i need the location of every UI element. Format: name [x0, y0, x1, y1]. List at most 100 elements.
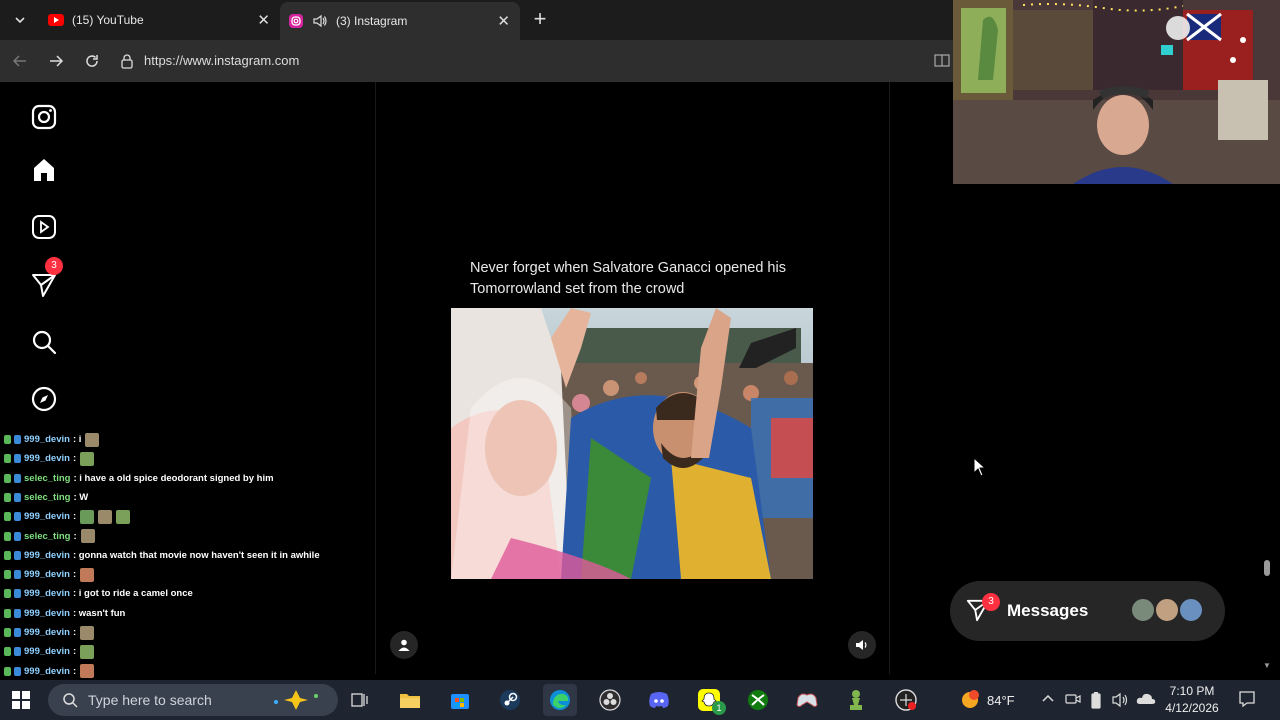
clock-date: 4/12/2026: [1165, 701, 1219, 715]
reels-icon[interactable]: [30, 213, 58, 241]
obs-studio-icon[interactable]: [593, 684, 627, 716]
user-profile-icon[interactable]: [390, 631, 418, 659]
task-view-icon[interactable]: [343, 684, 377, 716]
chat-message: selec_ting:: [4, 527, 95, 546]
volume-icon[interactable]: [1112, 692, 1130, 713]
tab-list-dropdown-icon[interactable]: [8, 8, 32, 32]
chat-emote: [80, 644, 95, 659]
address-bar[interactable]: https://www.instagram.com: [112, 46, 962, 76]
chat-username[interactable]: 999_devin: [24, 608, 70, 619]
chat-username[interactable]: selec_ting: [24, 492, 70, 503]
chat-message: 999_devin: wasn't fun: [4, 604, 125, 623]
chat-message-text: : i: [72, 434, 82, 445]
lock-icon[interactable]: [120, 53, 134, 74]
forward-icon[interactable]: [44, 49, 68, 73]
new-tab-button[interactable]: +: [528, 8, 552, 32]
instagram-logo-icon[interactable]: [30, 103, 58, 131]
onedrive-cloud-icon[interactable]: [1136, 692, 1156, 711]
windows-taskbar: Type here to search 1 84°F 7:10 PM 4/12/…: [0, 680, 1280, 720]
chat-username[interactable]: selec_ting: [24, 473, 70, 484]
search-icon[interactable]: [30, 328, 58, 356]
chat-badge-icon: [14, 531, 21, 541]
steam-icon[interactable]: [493, 684, 527, 716]
chess-pawn-icon[interactable]: [839, 684, 873, 716]
chat-message: 999_devin: gonna watch that movie now ha…: [4, 546, 320, 565]
weather-icon[interactable]: [960, 690, 980, 715]
chat-message-text: : wasn't fun: [72, 607, 126, 619]
chat-message: selec_ting: i have a old spice deodorant…: [4, 469, 274, 488]
meet-now-camera-icon[interactable]: [1065, 692, 1081, 711]
chat-emote: [80, 625, 95, 640]
back-icon[interactable]: [8, 49, 32, 73]
close-tab-icon[interactable]: ✕: [497, 12, 510, 30]
windows-start-icon[interactable]: [4, 684, 38, 716]
chat-username[interactable]: selec_ting: [24, 531, 70, 542]
taskbar-search-box[interactable]: Type here to search: [48, 684, 338, 716]
file-explorer-icon[interactable]: [393, 684, 427, 716]
chat-message: 999_devin:: [4, 623, 95, 642]
search-highlight-sparkle-icon[interactable]: [266, 688, 326, 717]
chat-username[interactable]: 999_devin: [24, 550, 70, 561]
chat-badge-icon: [14, 570, 21, 580]
scroll-down-arrow-icon[interactable]: ▼: [1263, 661, 1271, 670]
page-scrollbar-thumb[interactable]: [1264, 560, 1270, 576]
xbox-icon[interactable]: [741, 684, 775, 716]
instagram-sidebar: 3: [0, 82, 90, 422]
discord-icon[interactable]: [642, 684, 676, 716]
chat-message-text: :: [73, 530, 77, 542]
direct-messages-icon[interactable]: 3: [30, 257, 63, 299]
edge-browser-icon[interactable]: [543, 684, 577, 716]
chat-emote: [80, 664, 95, 679]
chat-username[interactable]: 999_devin: [24, 453, 70, 464]
chat-message-text: :: [72, 627, 77, 638]
chat-username[interactable]: 999_devin: [24, 646, 70, 657]
reel-caption: Never forget when Salvatore Ganacci open…: [470, 260, 786, 297]
weather-temperature[interactable]: 84°F: [987, 680, 1015, 720]
chat-username[interactable]: 999_devin: [24, 627, 70, 638]
tab-title: (3) Instagram: [336, 14, 408, 28]
volume-icon[interactable]: [848, 631, 876, 659]
avatar: [1178, 597, 1204, 623]
chat-emote: [116, 509, 131, 524]
chat-message-text: : gonna watch that movie now haven't see…: [72, 549, 320, 561]
home-icon[interactable]: [30, 156, 58, 184]
chat-username[interactable]: 999_devin: [24, 588, 70, 599]
chat-badge-icon: [14, 435, 21, 444]
chat-badge-icon: [14, 492, 21, 502]
battery-icon[interactable]: [1089, 691, 1103, 714]
microsoft-store-icon[interactable]: [443, 684, 477, 716]
chat-username[interactable]: 999_devin: [24, 569, 70, 580]
tab-title: (15) YouTube: [72, 13, 144, 27]
chat-badge-icon: [4, 666, 11, 676]
chat-emote: [98, 509, 113, 524]
notification-center-icon[interactable]: [1238, 690, 1256, 713]
chat-username[interactable]: 999_devin: [24, 434, 70, 445]
tab-instagram[interactable]: (3) Instagram ✕: [280, 2, 520, 40]
chat-message-text: :: [72, 646, 77, 658]
chat-username[interactable]: 999_devin: [24, 511, 70, 522]
tab-youtube[interactable]: (15) YouTube ✕: [40, 0, 280, 40]
chat-badge-icon: [14, 550, 21, 560]
mouse-cursor-icon: [973, 456, 987, 482]
taskbar-clock[interactable]: 7:10 PM 4/12/2026: [1160, 683, 1224, 717]
explore-compass-icon[interactable]: [30, 385, 58, 413]
speaker-icon[interactable]: [312, 14, 328, 28]
snapchat-icon[interactable]: 1: [692, 684, 726, 716]
reload-icon[interactable]: [80, 49, 104, 73]
streaming-app-icon[interactable]: [889, 684, 923, 716]
chat-username[interactable]: 999_devin: [24, 666, 70, 677]
search-icon: [62, 692, 78, 713]
avatar: [1130, 597, 1156, 623]
chat-message-text: :: [72, 569, 77, 581]
chat-badge-icon: [4, 492, 11, 502]
messages-button[interactable]: 3 Messages: [950, 581, 1225, 641]
chat-badge-icon: [14, 628, 21, 637]
game-controller-icon[interactable]: [790, 684, 824, 716]
chat-message: 999_devin: i got to ride a camel once: [4, 584, 193, 603]
stream-chat-overlay: 999_devin: i 999_devin: selec_ting: i have…: [0, 414, 370, 720]
chat-badge-icon: [4, 435, 11, 444]
show-hidden-icons-chevron-icon[interactable]: [1041, 692, 1055, 711]
chat-badge-icon: [4, 473, 11, 483]
close-tab-icon[interactable]: ✕: [257, 11, 270, 29]
split-screen-icon[interactable]: [934, 52, 950, 73]
